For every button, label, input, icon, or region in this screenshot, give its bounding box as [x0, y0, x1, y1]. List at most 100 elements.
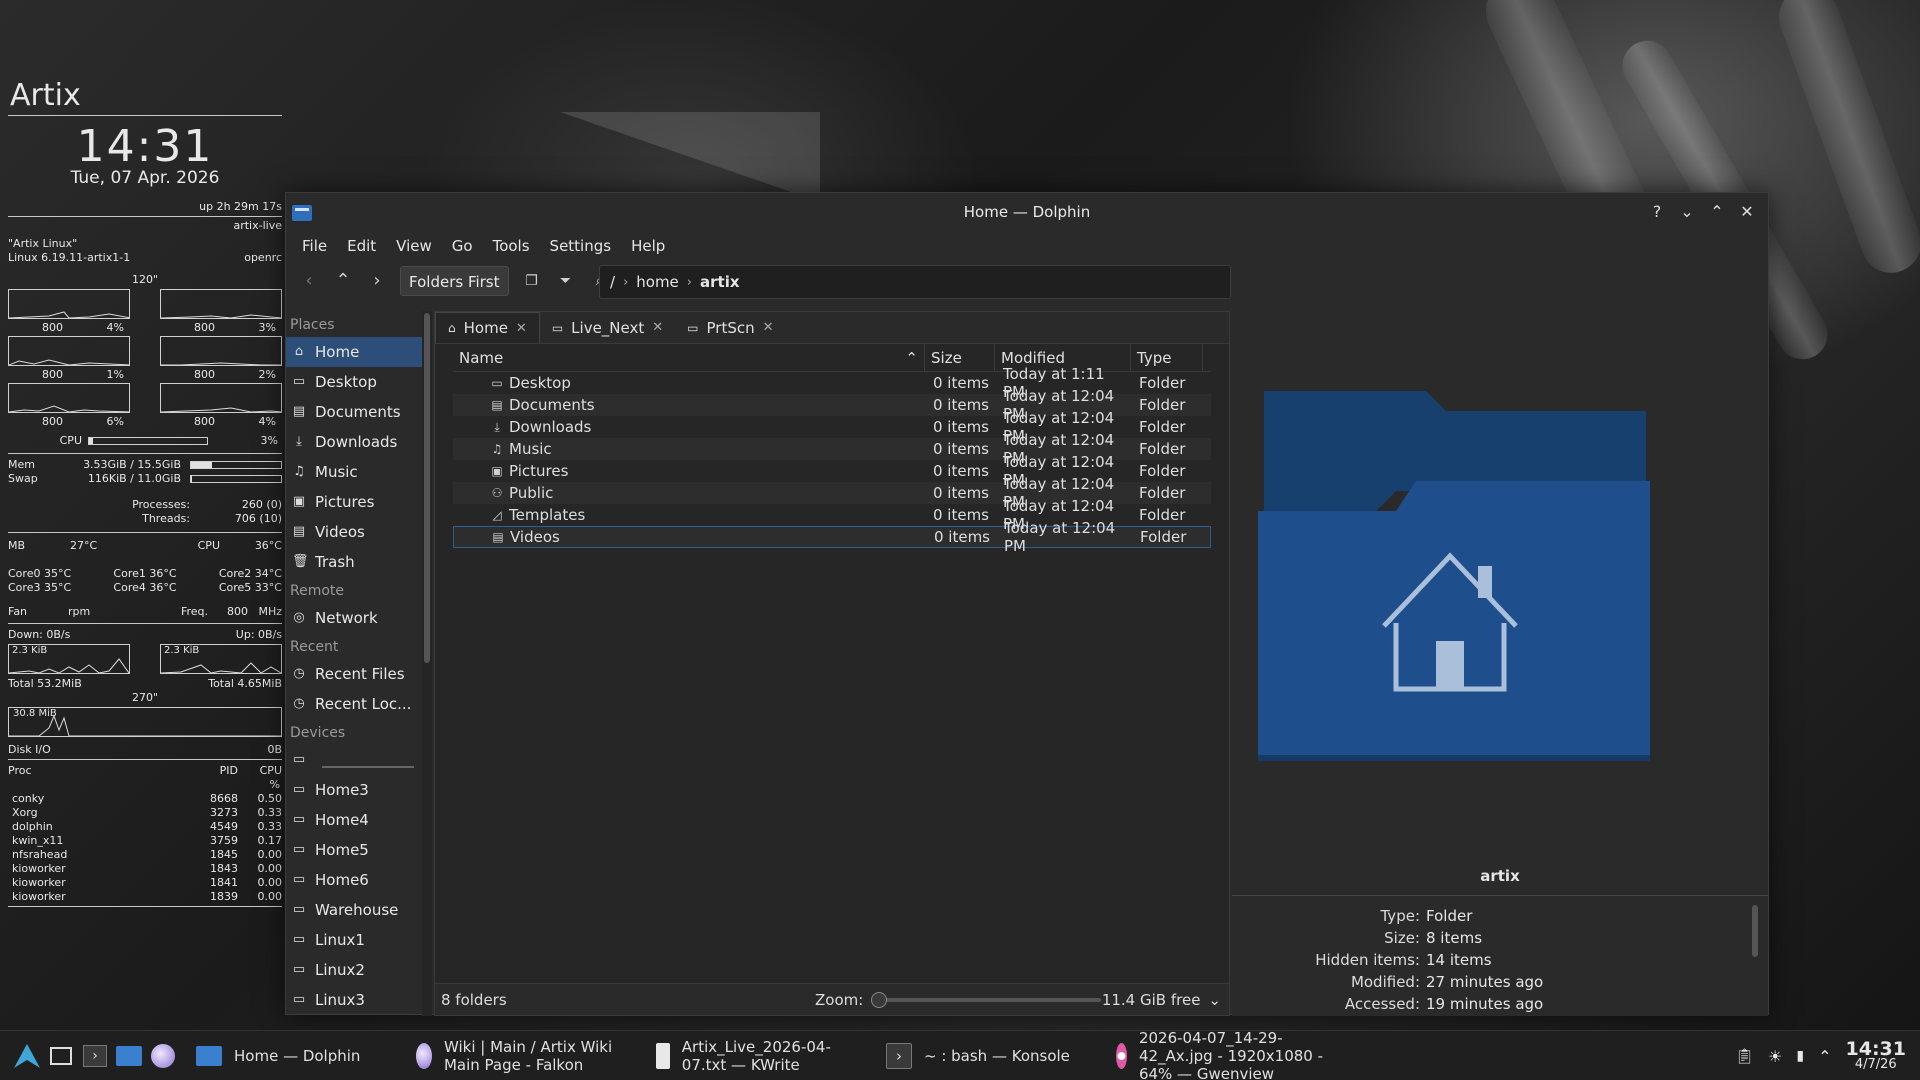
menu-help[interactable]: Help [623, 233, 673, 259]
task-label: Home — Dolphin [234, 1046, 361, 1065]
up-icon[interactable]: ⌃ [328, 266, 358, 296]
file-name-cell: ◿ Templates [453, 506, 925, 524]
places-item-warehouse[interactable]: ▭ Warehouse [286, 895, 422, 925]
places-item-home3[interactable]: ▭ Home3 [286, 775, 422, 805]
menu-file[interactable]: File [294, 233, 335, 259]
file-name: Documents [509, 396, 595, 414]
file-name: Downloads [509, 418, 592, 436]
zoom-slider-handle[interactable] [871, 991, 888, 1008]
breadcrumb-root[interactable]: / [610, 273, 615, 291]
places-item-pictures[interactable]: ▣ Pictures [286, 487, 422, 517]
file-row[interactable]: ▤ Videos 0 items Today at 12:04 PM Folder [453, 519, 1211, 555]
task-button[interactable]: Artix_Live_2026-04-07.txt — KWrite [646, 1033, 876, 1079]
places-item-downloads[interactable]: ⤓ Downloads [286, 427, 422, 457]
fan-label: Fan [8, 605, 28, 618]
tray-expand-icon[interactable]: ⌃ [1818, 1047, 1831, 1066]
breadcrumb-current[interactable]: artix [700, 273, 740, 291]
places-item-trash[interactable]: 🗑︎ Trash [286, 547, 422, 577]
close-icon[interactable]: ✕ [1736, 201, 1758, 223]
back-icon[interactable]: ‹ [294, 266, 324, 296]
temp-row: MB 27°C CPU 36°C [8, 539, 282, 553]
menu-settings[interactable]: Settings [542, 233, 620, 259]
home-icon: ⌂ [294, 344, 304, 359]
tab-live-next[interactable]: ▭ Live_Next ✕ [540, 312, 675, 343]
menu-go[interactable]: Go [444, 233, 481, 259]
places-item-videos[interactable]: ▤ Videos [286, 517, 422, 547]
places-item-home4[interactable]: ▭ Home4 [286, 805, 422, 835]
falkon-launcher-icon[interactable] [146, 1039, 180, 1073]
clipboard-icon[interactable]: 📋︎ [1735, 1047, 1754, 1065]
tray-clock[interactable]: 14:31 4/7/26 [1846, 1040, 1906, 1072]
drive-icon: ▭ [292, 932, 306, 947]
mem-value: 3.53GiB / 15.5GiB [83, 458, 181, 471]
task-button[interactable]: › ~ : bash — Konsole [876, 1033, 1106, 1079]
task-button[interactable]: Wiki | Main / Artix Wiki Main Page - Fal… [406, 1033, 646, 1079]
net-down: Down: 0B/s [8, 628, 71, 641]
places-item-desktop[interactable]: ▭ Desktop [286, 367, 422, 397]
menubar: File Edit View Go Tools Settings Help [286, 231, 1768, 261]
places-scrollbar-thumb[interactable] [424, 313, 430, 663]
proc-pid: 1845 [210, 848, 238, 861]
location-bar[interactable]: / › home › artix [599, 265, 1231, 299]
info-scrollbar[interactable] [1752, 905, 1758, 957]
artix-launcher-icon[interactable] [10, 1039, 44, 1073]
device-unnamed[interactable]: ▭ [286, 745, 422, 775]
cpu-label: CPU [59, 434, 82, 447]
tab-home[interactable]: ⌂ Home ✕ [435, 312, 540, 343]
folders-first-button[interactable]: Folders First [400, 266, 509, 296]
show-desktop-icon[interactable] [44, 1039, 78, 1073]
places-item-home6[interactable]: ▭ Home6 [286, 865, 422, 895]
brightness-icon[interactable]: ☀ [1768, 1047, 1782, 1066]
help-icon[interactable]: ? [1646, 201, 1668, 223]
cpu-graph-label-row: 800 3% [160, 321, 282, 334]
places-item-music[interactable]: ♫ Music [286, 457, 422, 487]
free-space-label: 11.4 GiB free [1101, 990, 1201, 1009]
cpu-graph [8, 383, 130, 413]
places-item-network[interactable]: ◎ Network [286, 603, 422, 633]
free-space[interactable]: 11.4 GiB free ⌄ [1102, 991, 1221, 1009]
task-button[interactable]: Home — Dolphin [186, 1033, 406, 1079]
places-item-linux3[interactable]: ▭ Linux3 [286, 985, 422, 1015]
split-view-icon[interactable]: ❐ [517, 266, 547, 296]
forward-icon[interactable]: › [362, 266, 392, 296]
close-tab-icon[interactable]: ✕ [763, 320, 774, 335]
close-tab-icon[interactable]: ✕ [652, 320, 663, 335]
breadcrumb-separator-icon[interactable]: › [623, 275, 628, 290]
places-item-home[interactable]: ⌂ Home [286, 337, 422, 367]
menu-tools[interactable]: Tools [485, 233, 538, 259]
titlebar[interactable]: Home — Dolphin ? ⌄ ⌃ ✕ [286, 193, 1768, 231]
mb-label: MB [8, 539, 26, 552]
places-scrollbar[interactable] [422, 311, 432, 1016]
maximize-icon[interactable]: ⌃ [1706, 201, 1728, 223]
cpu-graph-row: 800 4% 800 3% [8, 289, 282, 334]
cpu-graph [8, 336, 130, 366]
tab-prtscn[interactable]: ▭ PrtScn ✕ [675, 312, 785, 343]
places-item-recent-loc-[interactable]: ◷ Recent Loc... [286, 689, 422, 719]
places-item-recent-files[interactable]: ◷ Recent Files [286, 659, 422, 689]
column-size[interactable]: Size [925, 343, 995, 372]
task-label: Wiki | Main / Artix Wiki Main Page - Fal… [443, 1037, 613, 1074]
task-button[interactable]: 2026-04-07_14-29-42_Ax.jpg - 1920x1080 -… [1106, 1029, 1346, 1080]
zoom-slider[interactable] [871, 991, 1102, 1008]
home-folder-preview-icon [1258, 391, 1650, 761]
breadcrumb-home[interactable]: home [636, 273, 679, 291]
cpu-core-graph: 800 4% [160, 383, 282, 428]
column-type[interactable]: Type [1131, 343, 1203, 372]
breadcrumb-separator-icon[interactable]: › [687, 275, 692, 290]
minimize-icon[interactable]: ⌄ [1676, 201, 1698, 223]
close-tab-icon[interactable]: ✕ [516, 321, 527, 336]
places-item-documents[interactable]: ▤ Documents [286, 397, 422, 427]
places-item-linux1[interactable]: ▭ Linux1 [286, 925, 422, 955]
videos-icon: ▤ [292, 524, 306, 539]
column-name[interactable]: Name ⌃ [453, 343, 925, 372]
menu-view[interactable]: View [388, 233, 440, 259]
menu-edit[interactable]: Edit [339, 233, 384, 259]
places-item-linux2[interactable]: ▭ Linux2 [286, 955, 422, 985]
battery-icon[interactable]: ▮ [1796, 1048, 1804, 1064]
konsole-launcher-icon[interactable]: › [78, 1039, 112, 1073]
proc-row: Xorg 3273 0.33 [8, 806, 282, 820]
dolphin-launcher-icon[interactable] [112, 1039, 146, 1073]
places-item-home5[interactable]: ▭ Home5 [286, 835, 422, 865]
filter-icon[interactable]: ⏷ [551, 266, 581, 296]
hostname: artix-live [233, 219, 282, 232]
